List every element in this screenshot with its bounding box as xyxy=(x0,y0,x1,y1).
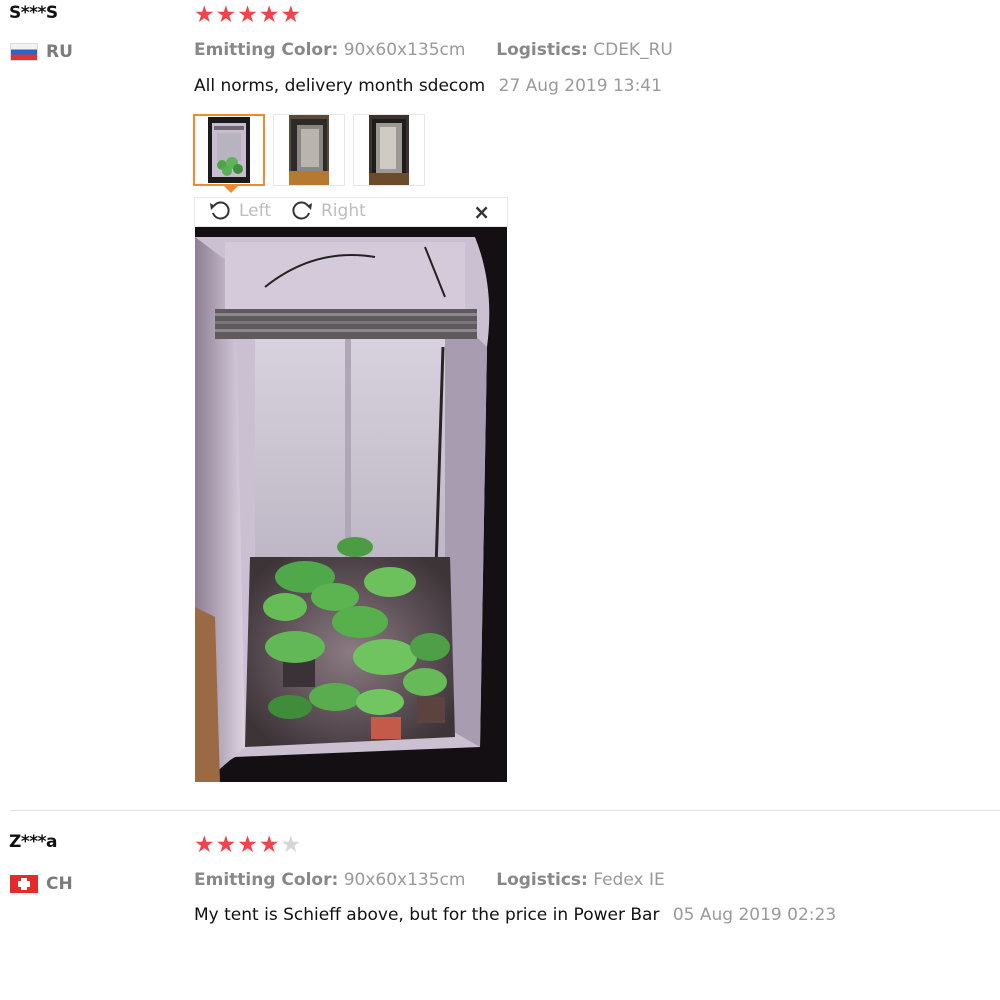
review-photo-large xyxy=(195,227,507,782)
rotate-left-button[interactable]: Left xyxy=(209,200,271,222)
rotate-right-icon xyxy=(292,201,312,220)
comment-text: My tent is Schieff above, but for the pr… xyxy=(194,905,660,925)
star-icon: ★ xyxy=(215,832,237,858)
star-icon: ★ xyxy=(258,2,280,28)
star-icon: ★ xyxy=(237,2,258,28)
review-comment: My tent is Schieff above, but for the pr… xyxy=(194,905,836,925)
logistics-value: Fedex IE xyxy=(593,870,665,890)
review-date: 27 Aug 2019 13:41 xyxy=(498,76,662,96)
review-item: S***S RU ★ ★ ★ ★ ★ Emitting Color: 90x60… xyxy=(0,0,1000,808)
star-icon: ★ xyxy=(280,2,302,28)
rotate-right-button[interactable]: Right xyxy=(291,200,366,222)
country-code: RU xyxy=(46,42,73,62)
star-rating: ★ ★ ★ ★ ★ xyxy=(194,834,302,857)
emitting-color-value: 90x60x135cm xyxy=(343,40,466,60)
rotate-right-label: Right xyxy=(321,201,366,221)
star-icon: ★ xyxy=(258,832,280,858)
emitting-color-label: Emitting Color: xyxy=(194,870,339,890)
logistics-label: Logistics: xyxy=(496,870,588,890)
star-rating: ★ ★ ★ ★ ★ xyxy=(194,4,302,27)
flag-ch-icon xyxy=(10,875,38,893)
rotate-left-label: Left xyxy=(239,201,271,221)
review-divider xyxy=(10,810,1000,811)
star-icon: ★ xyxy=(215,2,237,28)
logistics-label: Logistics: xyxy=(496,40,588,60)
rotate-left-icon xyxy=(210,201,230,220)
emitting-color-value: 90x60x135cm xyxy=(343,870,466,890)
photo-thumbnails xyxy=(193,114,433,193)
logistics-value: CDEK_RU xyxy=(593,40,673,60)
flag-ru-icon xyxy=(10,43,38,61)
review-item: Z***a CH ★ ★ ★ ★ ★ Emitting Color: 90x60… xyxy=(0,812,1000,1000)
reviewer-country: RU xyxy=(10,42,73,62)
reviewer-name: Z***a xyxy=(9,832,57,852)
star-icon: ★ xyxy=(194,832,215,858)
star-empty-icon: ★ xyxy=(280,832,302,858)
star-icon: ★ xyxy=(194,2,215,28)
review-attributes: Emitting Color: 90x60x135cm Logistics: C… xyxy=(194,40,673,60)
review-attributes: Emitting Color: 90x60x135cm Logistics: F… xyxy=(194,870,665,890)
photo-thumbnail-2[interactable] xyxy=(273,114,345,186)
star-icon: ★ xyxy=(237,832,258,858)
country-code: CH xyxy=(46,874,73,894)
reviewer-country: CH xyxy=(10,874,73,894)
photo-viewer-toolbar: Left Right × xyxy=(194,197,508,227)
review-comment: All norms, delivery month sdecom 27 Aug … xyxy=(194,76,662,96)
emitting-color-label: Emitting Color: xyxy=(194,40,339,60)
review-date: 05 Aug 2019 02:23 xyxy=(672,905,837,925)
reviewer-name: S***S xyxy=(9,3,58,23)
close-icon[interactable]: × xyxy=(473,202,490,222)
comment-text: All norms, delivery month sdecom xyxy=(194,76,486,96)
photo-thumbnail-3[interactable] xyxy=(353,114,425,186)
photo-thumbnail-1[interactable] xyxy=(193,114,265,193)
